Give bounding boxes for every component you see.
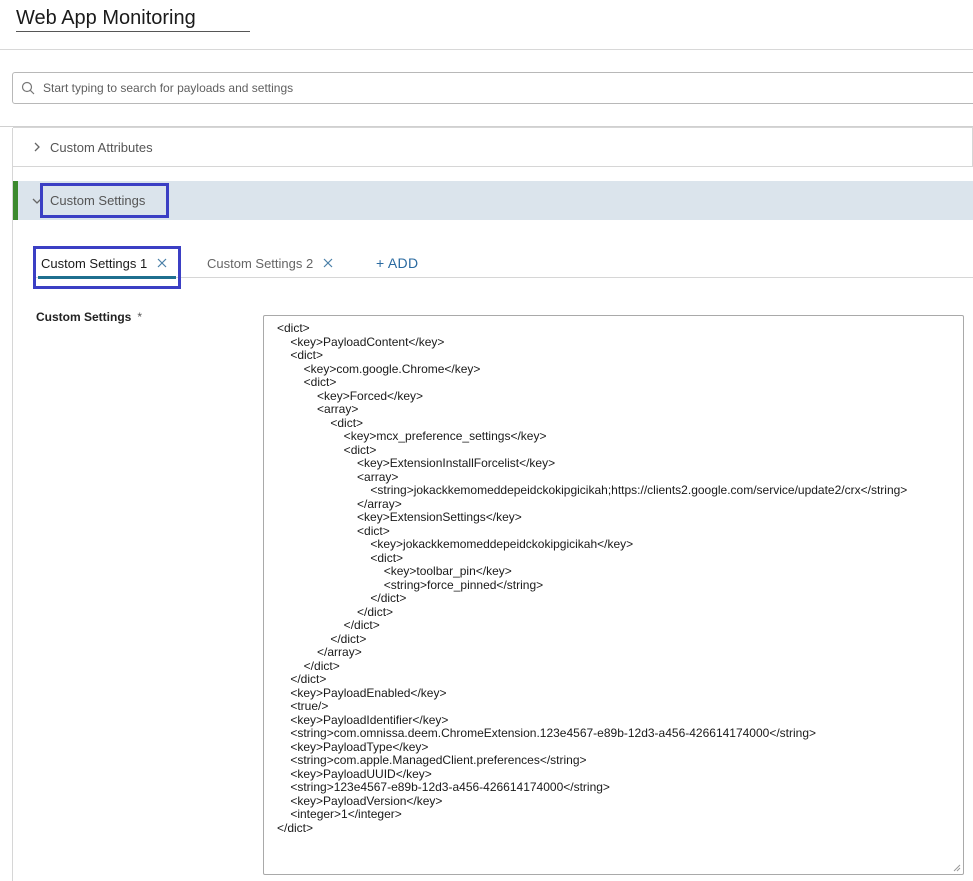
code-line: <key>PayloadIdentifier</key> xyxy=(277,712,449,727)
code-line: </dict> xyxy=(277,820,314,835)
required-marker: * xyxy=(137,310,143,324)
accordion-custom-settings-text: Custom Settings xyxy=(50,193,146,208)
search-box[interactable] xyxy=(12,72,973,104)
code-line: <key>PayloadType</key> xyxy=(277,739,429,754)
code-line: <string>jokackkemomeddepeidckokipgicikah… xyxy=(277,483,908,497)
page: Web App Monitoring Custom Attributes Cus… xyxy=(0,0,973,881)
code-line: <true/> xyxy=(277,699,329,713)
tab-highlight-outline xyxy=(33,246,181,289)
code-line: <dict> xyxy=(277,550,404,565)
code-line: <key>PayloadVersion</key> xyxy=(277,793,443,808)
add-tab-button[interactable]: + ADD xyxy=(376,250,418,276)
search-icon xyxy=(21,81,35,95)
header-divider xyxy=(0,49,973,50)
code-line: <dict> xyxy=(277,415,364,430)
code-line: <string>com.apple.ManagedClient.preferen… xyxy=(277,753,587,767)
code-line: </array> xyxy=(277,645,362,659)
field-label-text: Custom Settings xyxy=(36,310,132,324)
custom-settings-textarea[interactable]: <dict> <key>PayloadContent</key> <dict> … xyxy=(263,315,964,875)
tab-custom-settings-2[interactable]: Custom Settings 2 xyxy=(207,250,333,276)
page-title[interactable]: Web App Monitoring xyxy=(16,6,250,30)
code-line: <key>Forced</key> xyxy=(277,388,424,403)
accordion-custom-attributes[interactable]: Custom Attributes xyxy=(13,127,973,167)
code-line: <key>ExtensionInstallForcelist</key> xyxy=(277,456,556,470)
accordion-custom-settings-label[interactable]: Custom Settings xyxy=(40,183,169,218)
code-line: <key>jokackkemomeddepeidckokipgicikah</k… xyxy=(277,537,634,551)
content-left-border xyxy=(12,128,13,881)
page-title-field[interactable]: Web App Monitoring xyxy=(16,6,250,32)
chevron-right-icon[interactable] xyxy=(30,140,44,154)
code-line: <key>mcx_preference_settings</key> xyxy=(277,429,547,443)
code-line: <array> xyxy=(277,402,359,416)
code-line: </dict> xyxy=(277,604,394,619)
code-line: <integer>1</integer> xyxy=(277,807,402,821)
code-line: <dict> xyxy=(277,442,377,457)
code-line: <key>toolbar_pin</key> xyxy=(277,564,512,578)
code-line: </dict> xyxy=(277,591,407,605)
code-line: <key>PayloadContent</key> xyxy=(277,334,445,349)
code-line: </dict> xyxy=(277,672,327,686)
code-line: </dict> xyxy=(277,658,340,673)
code-line: <dict> xyxy=(277,375,337,389)
code-line: <dict> xyxy=(277,348,324,362)
code-line: </array> xyxy=(277,496,402,511)
code-line: </dict> xyxy=(277,618,380,632)
resize-handle-icon[interactable] xyxy=(953,864,961,872)
code-line: <string>com.omnissa.deem.ChromeExtension… xyxy=(277,726,817,740)
tab-label: Custom Settings 2 xyxy=(207,255,314,271)
code-line: </dict> xyxy=(277,631,367,646)
textarea-content[interactable]: <dict> <key>PayloadContent</key> <dict> … xyxy=(277,321,908,835)
code-line: <dict> xyxy=(277,523,390,538)
search-input[interactable] xyxy=(43,81,973,95)
code-line: <string>force_pinned</string> xyxy=(277,577,544,592)
code-line: <key>ExtensionSettings</key> xyxy=(277,510,522,524)
custom-settings-field-label: Custom Settings * xyxy=(36,310,142,324)
code-line: <array> xyxy=(277,469,399,484)
code-line: <dict> xyxy=(277,321,310,335)
close-icon[interactable] xyxy=(323,258,333,268)
code-line: <string>123e4567-e89b-12d3-a456-42661417… xyxy=(277,780,610,794)
accordion-custom-attributes-label: Custom Attributes xyxy=(50,139,153,155)
code-line: <key>com.google.Chrome</key> xyxy=(277,361,481,376)
code-line: <key>PayloadEnabled</key> xyxy=(277,685,447,700)
code-line: <key>PayloadUUID</key> xyxy=(277,766,432,781)
